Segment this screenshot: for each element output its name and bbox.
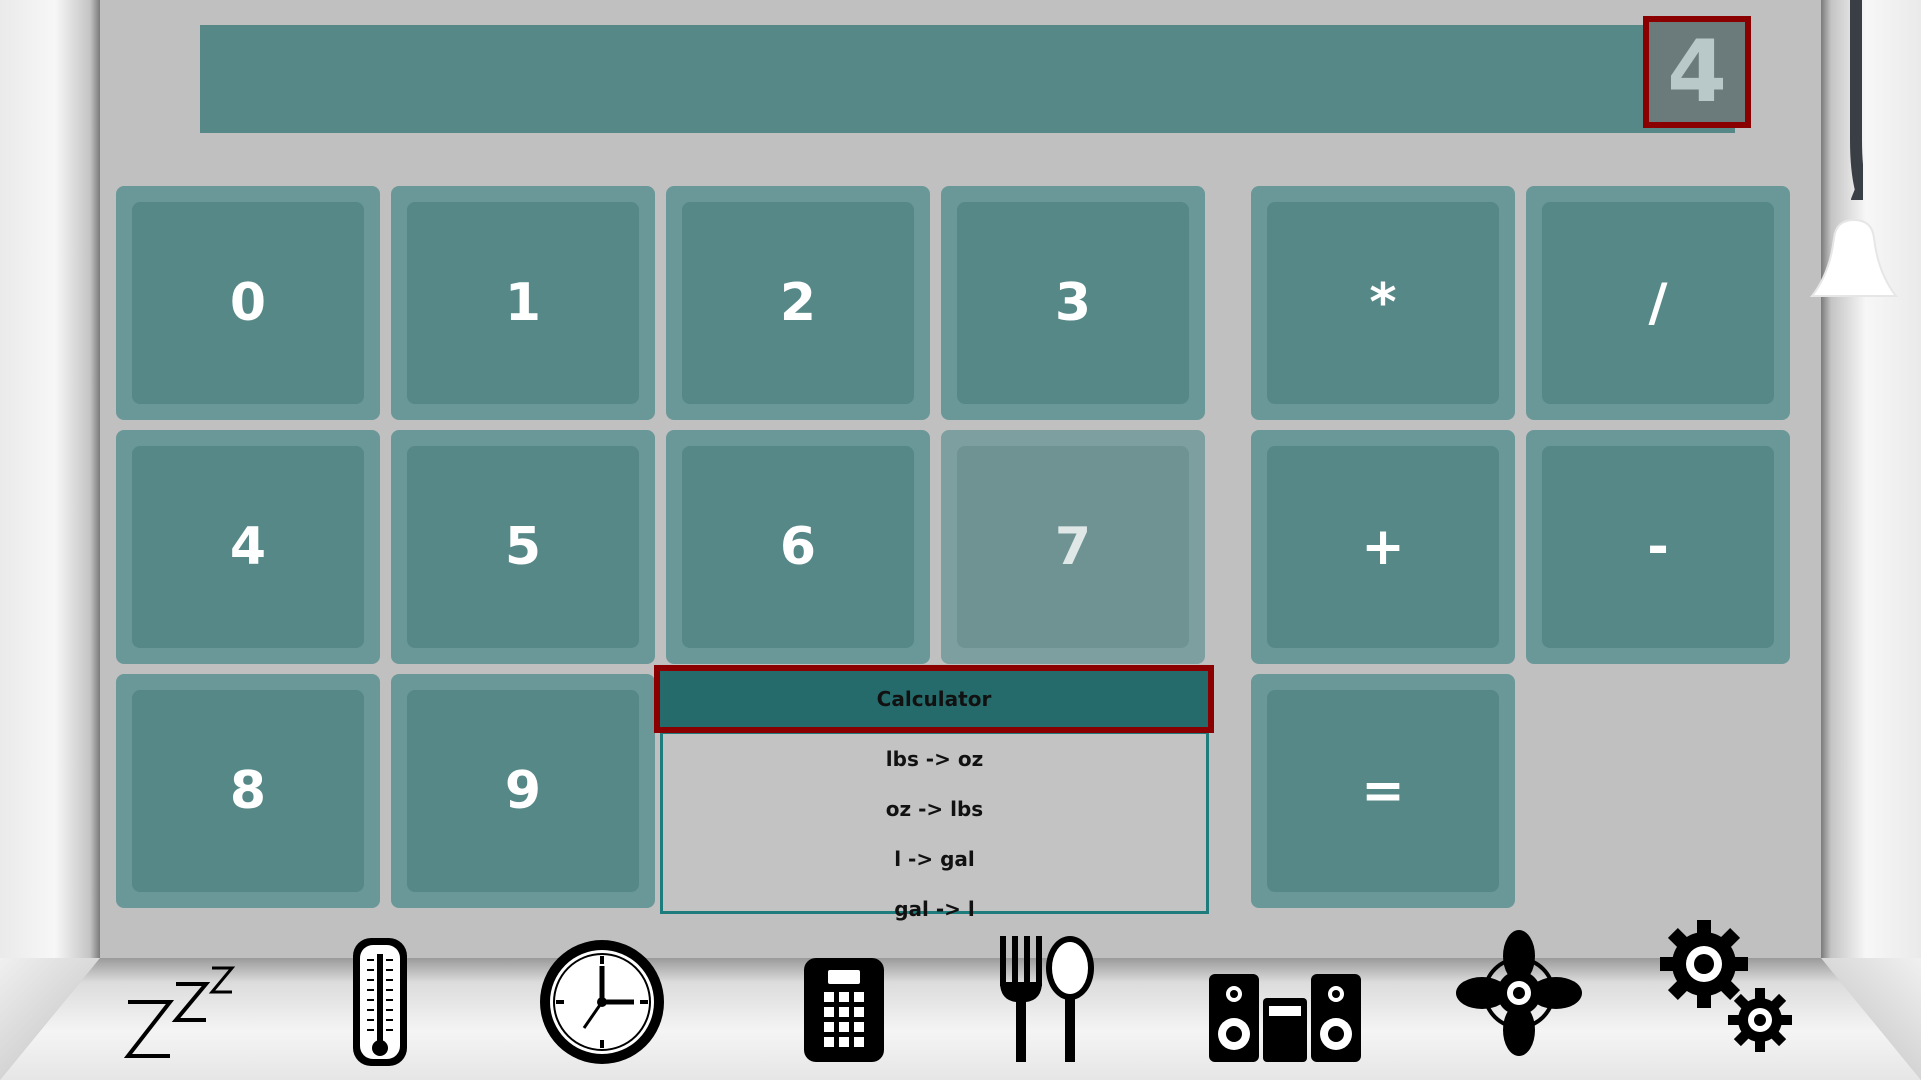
key-3[interactable]: 3 bbox=[941, 186, 1205, 420]
calculator-display bbox=[200, 25, 1735, 133]
key-9[interactable]: 9 bbox=[391, 674, 655, 908]
divide-key-label: / bbox=[1542, 202, 1774, 404]
equals-key-label: = bbox=[1267, 690, 1499, 892]
key-0[interactable]: 0 bbox=[116, 186, 380, 420]
floor bbox=[0, 958, 1921, 1080]
key-2-label: 2 bbox=[682, 202, 914, 404]
clock-icon[interactable] bbox=[538, 938, 666, 1066]
key-1-label: 1 bbox=[407, 202, 639, 404]
multiply-key[interactable]: * bbox=[1251, 186, 1515, 420]
mode-option-l-to-gal[interactable]: l -> gal bbox=[663, 834, 1206, 884]
key-8[interactable]: 8 bbox=[116, 674, 380, 908]
display-value: 4 bbox=[1643, 16, 1751, 128]
multiply-key-label: * bbox=[1267, 202, 1499, 404]
key-2[interactable]: 2 bbox=[666, 186, 930, 420]
key-9-label: 9 bbox=[407, 690, 639, 892]
fan-icon[interactable] bbox=[1454, 928, 1584, 1058]
key-6[interactable]: 6 bbox=[666, 430, 930, 664]
calculator-icon[interactable] bbox=[802, 956, 886, 1064]
key-4-label: 4 bbox=[132, 446, 364, 648]
thermometer-icon[interactable] bbox=[350, 936, 410, 1068]
key-1[interactable]: 1 bbox=[391, 186, 655, 420]
bell-rope-icon bbox=[1850, 0, 1863, 200]
key-5[interactable]: 5 bbox=[391, 430, 655, 664]
settings-gears-icon[interactable] bbox=[1660, 918, 1794, 1054]
equals-key[interactable]: = bbox=[1251, 674, 1515, 908]
mode-dropdown-list: lbs -> oz oz -> lbs l -> gal gal -> l bbox=[660, 731, 1209, 921]
add-key[interactable]: + bbox=[1251, 430, 1515, 664]
left-wall bbox=[0, 0, 100, 965]
stereo-icon[interactable] bbox=[1207, 972, 1363, 1064]
utensils-icon[interactable] bbox=[998, 934, 1098, 1064]
subtract-key[interactable]: - bbox=[1526, 430, 1790, 664]
key-7[interactable]: 7 bbox=[941, 430, 1205, 664]
key-3-label: 3 bbox=[957, 202, 1189, 404]
sleep-icon[interactable] bbox=[118, 960, 248, 1062]
mode-dropdown-selected[interactable]: Calculator bbox=[654, 665, 1214, 733]
key-6-label: 6 bbox=[682, 446, 914, 648]
add-key-label: + bbox=[1267, 446, 1499, 648]
subtract-key-label: - bbox=[1542, 446, 1774, 648]
key-4[interactable]: 4 bbox=[116, 430, 380, 664]
mode-option-lbs-to-oz[interactable]: lbs -> oz bbox=[663, 734, 1206, 784]
divide-key[interactable]: / bbox=[1526, 186, 1790, 420]
right-wall bbox=[1821, 0, 1921, 965]
key-8-label: 8 bbox=[132, 690, 364, 892]
key-5-label: 5 bbox=[407, 446, 639, 648]
key-0-label: 0 bbox=[132, 202, 364, 404]
mode-option-gal-to-l[interactable]: gal -> l bbox=[663, 884, 1206, 934]
bell-icon[interactable] bbox=[1808, 218, 1900, 300]
mode-option-oz-to-lbs[interactable]: oz -> lbs bbox=[663, 784, 1206, 834]
key-7-label: 7 bbox=[957, 446, 1189, 648]
